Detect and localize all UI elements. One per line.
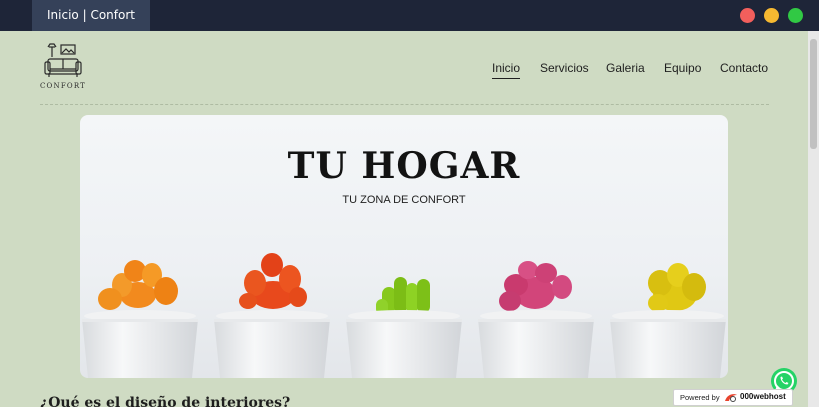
minimize-window-button[interactable] (764, 8, 779, 23)
000webhost-logo-icon (725, 394, 737, 402)
maximize-window-button[interactable] (788, 8, 803, 23)
hosting-badge[interactable]: Powered by 000webhost (673, 389, 793, 406)
browser-tab[interactable]: Inicio | Confort (32, 0, 150, 31)
scrollbar-thumb[interactable] (810, 39, 817, 149)
cactus-pink (499, 261, 572, 311)
cactus-red (239, 253, 307, 309)
cactus-green (376, 277, 430, 315)
cactus-orange (98, 260, 178, 310)
nav-equipo[interactable]: Equipo (664, 61, 701, 79)
sofa-lamp-icon (44, 43, 82, 77)
badge-powered-text: Powered by (680, 393, 720, 402)
header-divider (40, 104, 769, 105)
nav-servicios[interactable]: Servicios (540, 61, 589, 79)
badge-brand-text: 000webhost (740, 392, 786, 401)
nav-galeria[interactable]: Galeria (606, 61, 645, 79)
cactus-pots-image (82, 253, 726, 378)
nav-contacto[interactable]: Contacto (720, 61, 768, 79)
vertical-scrollbar[interactable] (808, 31, 819, 407)
page-viewport: CONFORT Inicio Servicios Galeria Equipo … (0, 31, 819, 407)
nav-inicio[interactable]: Inicio (492, 61, 521, 79)
browser-titlebar: Inicio | Confort (0, 0, 819, 31)
hero-banner: TU HOGAR TU ZONA DE CONFORT (80, 115, 728, 378)
cactus-yellow (648, 263, 706, 312)
plant-pots (82, 319, 726, 378)
close-window-button[interactable] (740, 8, 755, 23)
site-logo[interactable]: CONFORT (40, 43, 86, 93)
logo-text: CONFORT (40, 82, 87, 90)
section-heading: ¿Qué es el diseño de interiores? (40, 395, 291, 407)
